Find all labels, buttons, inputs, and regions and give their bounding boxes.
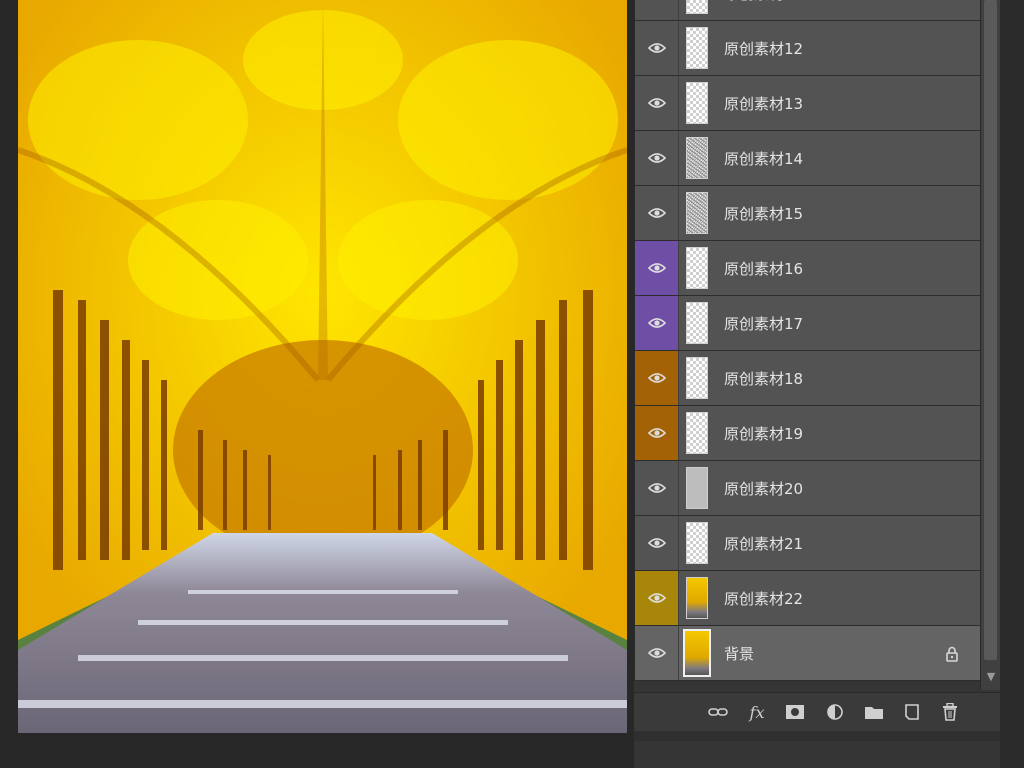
layer-name[interactable]: 原创素材15 — [724, 186, 803, 240]
layer-thumbnail — [686, 247, 708, 289]
visibility-toggle[interactable] — [635, 131, 679, 185]
visibility-toggle[interactable] — [635, 351, 679, 405]
layer-name[interactable]: 原创素材22 — [724, 571, 803, 625]
new-layer-button[interactable] — [901, 702, 923, 722]
layer-row[interactable]: 原创素材14 — [635, 131, 981, 186]
layer-row[interactable]: 原创素材13 — [635, 76, 981, 131]
layer-thumbnail — [686, 412, 708, 454]
layer-row-background[interactable]: 背景 — [635, 626, 981, 681]
visibility-toggle[interactable] — [635, 571, 679, 625]
layer-name[interactable]: 原创素材21 — [724, 516, 803, 570]
visibility-toggle[interactable] — [635, 296, 679, 350]
new-layer-icon — [905, 704, 919, 720]
layer-thumbnail — [686, 137, 708, 179]
layer-name[interactable]: 原创素材17 — [724, 296, 803, 350]
visibility-toggle[interactable] — [635, 186, 679, 240]
fx-button[interactable]: fx — [746, 702, 768, 722]
layer-name[interactable]: 原创素材14 — [724, 131, 803, 185]
layer-row[interactable]: 原创素材20 — [635, 461, 981, 516]
canvas-area[interactable] — [0, 0, 634, 768]
layer-list: 原创素材11 原创素材12原创素材13原创素材14原创素材15原创素材16原创素… — [634, 0, 981, 681]
layer-name[interactable]: 原创素材18 — [724, 351, 803, 405]
layer-row[interactable]: 原创素材21 — [635, 516, 981, 571]
lock-icon[interactable] — [945, 646, 959, 662]
layer-thumbnail — [686, 0, 708, 14]
link-layers-icon — [708, 708, 728, 716]
adjustment-layer-icon — [827, 704, 843, 720]
eye-icon — [647, 43, 666, 53]
layer-row[interactable]: 原创素材16 — [635, 241, 981, 296]
new-group-icon — [865, 707, 883, 719]
layer-row[interactable]: 原创素材22 — [635, 571, 981, 626]
add-mask-button[interactable] — [784, 702, 806, 722]
panel-footer — [634, 731, 1000, 741]
eye-icon — [647, 483, 666, 493]
visibility-toggle[interactable] — [635, 626, 679, 680]
layer-row[interactable]: 原创素材17 — [635, 296, 981, 351]
layers-toolbar: fx — [634, 692, 1000, 731]
layer-row[interactable]: 原创素材19 — [635, 406, 981, 461]
visibility-toggle[interactable] — [635, 241, 679, 295]
layer-row[interactable]: 原创素材12 — [635, 21, 981, 76]
layer-name[interactable]: 原创素材20 — [724, 461, 803, 515]
layer-thumbnail — [686, 357, 708, 399]
new-group-button[interactable] — [863, 702, 885, 722]
layer-name[interactable]: 原创素材19 — [724, 406, 803, 460]
layer-name[interactable]: 背景 — [724, 626, 754, 680]
layer-thumbnail — [686, 82, 708, 124]
layers-scrollbar[interactable]: ▼ — [980, 0, 1001, 690]
eye-icon — [647, 98, 666, 108]
eye-icon — [647, 153, 666, 163]
eye-icon — [647, 648, 666, 658]
add-mask-icon — [786, 705, 804, 719]
scrollbar-thumb[interactable] — [984, 0, 997, 660]
layers-panel: 原创素材11 原创素材12原创素材13原创素材14原创素材15原创素材16原创素… — [634, 0, 1024, 768]
eye-icon — [647, 538, 666, 548]
visibility-toggle[interactable] — [635, 76, 679, 130]
layer-thumbnail — [686, 302, 708, 344]
layer-thumbnail — [686, 577, 708, 619]
layer-thumbnail — [683, 629, 711, 677]
delete-layer-button[interactable] — [939, 702, 961, 722]
visibility-toggle[interactable] — [635, 0, 679, 20]
link-layers-button[interactable] — [707, 702, 729, 722]
eye-icon — [647, 263, 666, 273]
eye-icon — [647, 428, 666, 438]
layer-name[interactable]: 原创素材13 — [724, 76, 803, 130]
eye-icon — [647, 208, 666, 218]
eye-icon — [647, 373, 666, 383]
layer-thumbnail — [686, 192, 708, 234]
layer-row[interactable]: 原创素材11 — [635, 0, 981, 21]
layer-row[interactable]: 原创素材18 — [635, 351, 981, 406]
fx-icon: fx — [749, 702, 765, 722]
artwork-canvas[interactable] — [18, 0, 627, 733]
panel-right-strip — [1000, 0, 1024, 768]
layer-thumbnail — [686, 467, 708, 509]
eye-icon — [647, 593, 666, 603]
visibility-toggle[interactable] — [635, 516, 679, 570]
layer-thumbnail — [686, 27, 708, 69]
layer-row[interactable]: 原创素材15 — [635, 186, 981, 241]
adjustment-layer-button[interactable] — [824, 702, 846, 722]
visibility-toggle[interactable] — [635, 21, 679, 75]
layer-name[interactable]: 原创素材12 — [724, 21, 803, 75]
artwork-illustration — [18, 0, 627, 733]
delete-icon — [943, 703, 957, 721]
eye-icon — [647, 318, 666, 328]
visibility-toggle[interactable] — [635, 406, 679, 460]
layer-name[interactable]: 原创素材16 — [724, 241, 803, 295]
visibility-toggle[interactable] — [635, 461, 679, 515]
layer-name[interactable]: 原创素材11 — [724, 0, 803, 20]
layer-thumbnail — [686, 522, 708, 564]
scroll-down-icon[interactable]: ▼ — [981, 666, 1001, 688]
